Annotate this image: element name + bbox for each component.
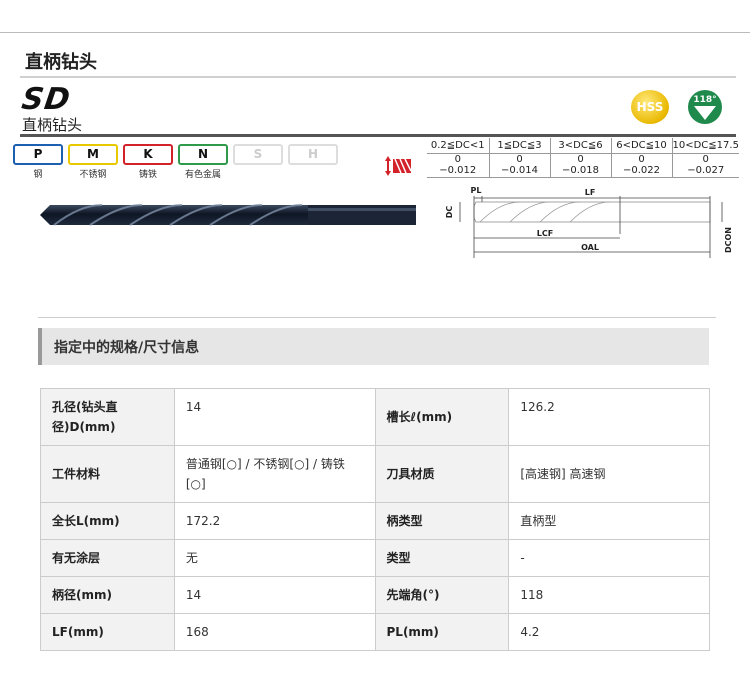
point-angle-label: 118° [693,95,716,105]
tolerance-value: 0 −0.014 [488,152,551,178]
material-label: 有色金属 [184,170,221,180]
spec-key: 先端角(°) [374,576,510,614]
spec-key: 全长L(mm) [40,502,175,540]
tolerance-header: 0.2≦DC<1 [427,138,490,154]
tolerance-value: 0 −0.012 [427,152,490,178]
material-label: 铸铁 [138,170,157,180]
spec-key: 工件材料 [40,445,175,503]
spec-key: 刀具材质 [374,445,510,503]
material-label [288,167,338,179]
table-row: 孔径(钻头直径)D(mm) 14 槽长ℓ(mm) 126.2 [40,388,710,446]
spec-key: 柄径(mm) [40,576,175,614]
material-k: K 铸铁 [123,144,173,180]
separator [38,317,716,318]
spec-key: 柄类型 [374,502,510,540]
material-code: K [123,144,173,165]
spec-section-header: 指定中的规格/尺寸信息 [38,328,709,365]
spec-value: 14 [173,576,376,614]
spec-value: [高速钢] 高速钢 [508,445,710,503]
material-n: N 有色金属 [178,144,228,180]
spec-value: 172.2 [173,502,376,540]
material-code: N [178,144,228,165]
spec-value: 14 [173,388,376,446]
material-h: H [288,144,338,179]
dim-pl: PL [471,186,482,195]
product-code: SD [19,82,73,117]
table-row: 柄径(mm) 14 先端角(°) 118 [40,576,710,614]
table-row: LF(mm) 168 PL(mm) 4.2 [40,613,710,651]
spec-value: 4.2 [508,613,710,651]
spec-value: 118 [508,576,710,614]
title-rule [20,76,736,78]
tolerance-header: 10<DC≦17.5 [671,138,739,154]
material-s: S [233,144,283,179]
spec-key: 有无涂层 [40,539,175,577]
material-label [233,167,283,179]
dim-oal: OAL [581,243,599,252]
table-row: 全长L(mm) 172.2 柄类型 直柄型 [40,502,710,540]
spec-value: - [508,539,710,577]
dim-dcon: DCON [724,227,733,253]
tolerance-value: 0 −0.027 [671,152,739,178]
spec-value: 普通钢[○] / 不锈钢[○] / 铸铁[○] [173,445,376,503]
material-code: P [13,144,63,165]
spec-key: 孔径(钻头直径)D(mm) [40,388,175,446]
spec-value: 126.2 [508,388,710,446]
top-rule [0,32,750,33]
material-code: H [288,144,338,165]
material-code: M [68,144,118,165]
spec-key: LF(mm) [40,613,175,651]
hss-badge: HSS [631,90,669,124]
spec-table: 孔径(钻头直径)D(mm) 14 槽长ℓ(mm) 126.2 工件材料 普通钢[… [40,388,710,651]
spec-key: PL(mm) [374,613,510,651]
workpiece-material-list: P 钢 M 不锈钢 K 铸铁 N 有色金属 S H [13,144,338,180]
spec-value: 168 [173,613,376,651]
spec-key: 槽长ℓ(mm) [374,388,510,446]
tolerance-header: 1≦DC≦3 [488,138,551,154]
tolerance-table: 0.2≦DC<1 1≦DC≦3 3<DC≦6 6<DC≦10 10<DC≦17.… [427,138,739,178]
tolerance-header: 6<DC≦10 [610,138,673,154]
spec-value: 无 [173,539,376,577]
material-label: 钢 [33,170,43,180]
dim-lf: LF [585,188,596,197]
tolerance-icon [385,156,412,176]
tolerance-value: 0 −0.018 [549,152,612,178]
header-line [20,134,736,137]
material-label: 不锈钢 [79,170,107,180]
point-angle-icon: 118° [688,90,722,124]
section-title: 指定中的规格/尺寸信息 [54,340,200,356]
material-code: S [233,144,283,165]
drill-dimension-diagram: PL LF LCF OAL DC DCON [445,186,733,258]
table-row: 工件材料 普通钢[○] / 不锈钢[○] / 铸铁[○] 刀具材质 [高速钢] … [40,445,710,503]
spec-value: 直柄型 [508,502,710,540]
spec-key: 类型 [374,539,510,577]
page-title: 直柄钻头 [25,52,97,73]
material-p: P 钢 [13,144,63,180]
tolerance-header: 3<DC≦6 [549,138,612,154]
table-row: 有无涂层 无 类型 - [40,539,710,577]
dim-lcf: LCF [537,229,553,238]
dim-dc: DC [445,206,454,219]
tolerance-value: 0 −0.022 [610,152,673,178]
product-name: 直柄钻头 [22,116,83,134]
material-m: M 不锈钢 [68,144,118,180]
drill-image [40,204,416,226]
